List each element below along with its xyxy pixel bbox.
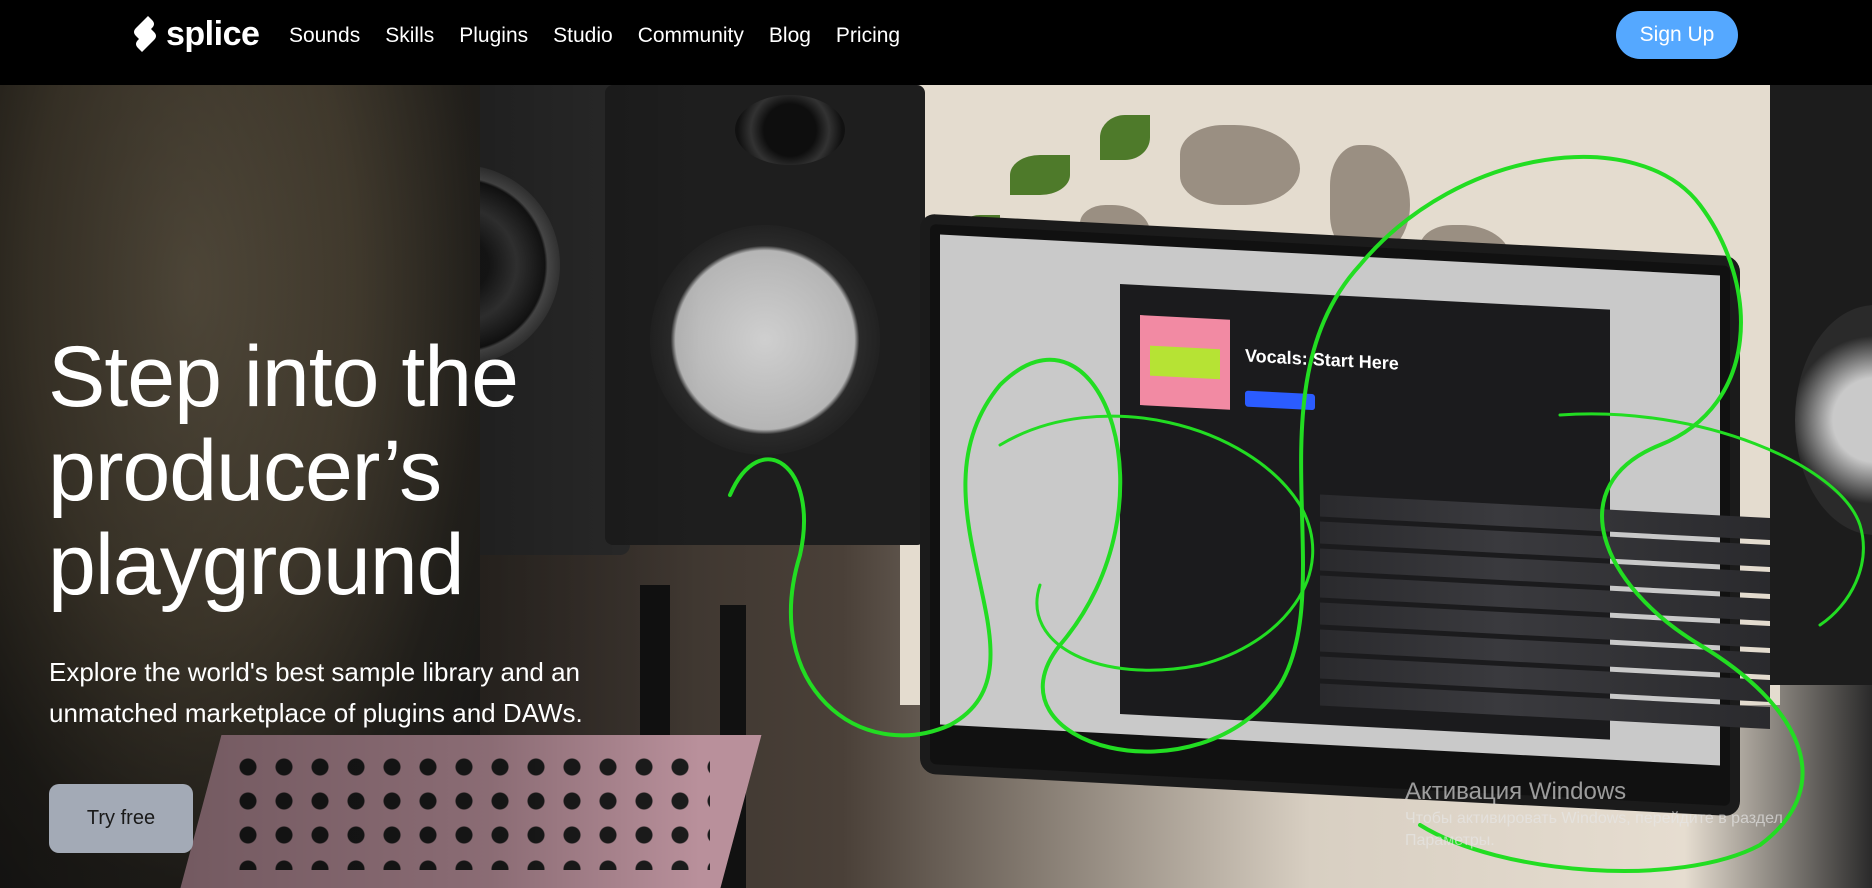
hero-subtitle: Explore the world's best sample library … — [49, 657, 583, 728]
nav-sounds[interactable]: Sounds — [289, 24, 360, 48]
splice-logo[interactable]: splice — [130, 14, 260, 54]
nav-skills[interactable]: Skills — [385, 24, 434, 48]
sign-up-button[interactable]: Sign Up — [1616, 11, 1738, 59]
nav-blog[interactable]: Blog — [769, 24, 811, 48]
main-nav: Sounds Skills Plugins Studio Community B… — [289, 24, 900, 48]
try-free-button[interactable]: Try free — [49, 784, 193, 853]
splice-logo-icon — [134, 16, 156, 52]
watermark-subtitle: Чтобы активировать Windows, перейдите в … — [1405, 810, 1783, 849]
logo-text: splice — [166, 14, 260, 53]
nav-studio[interactable]: Studio — [553, 24, 613, 48]
nav-plugins[interactable]: Plugins — [459, 24, 528, 48]
watermark-title: Активация Windows — [1405, 778, 1627, 805]
nav-community[interactable]: Community — [638, 24, 744, 48]
nav-pricing[interactable]: Pricing — [836, 24, 900, 48]
windows-activation-watermark: Активация Windows Чтобы активировать Win… — [1405, 776, 1845, 852]
site-header: splice Sounds Skills Plugins Studio Comm… — [0, 0, 1872, 85]
hero-title: Step into the producer’s playground — [48, 329, 519, 613]
